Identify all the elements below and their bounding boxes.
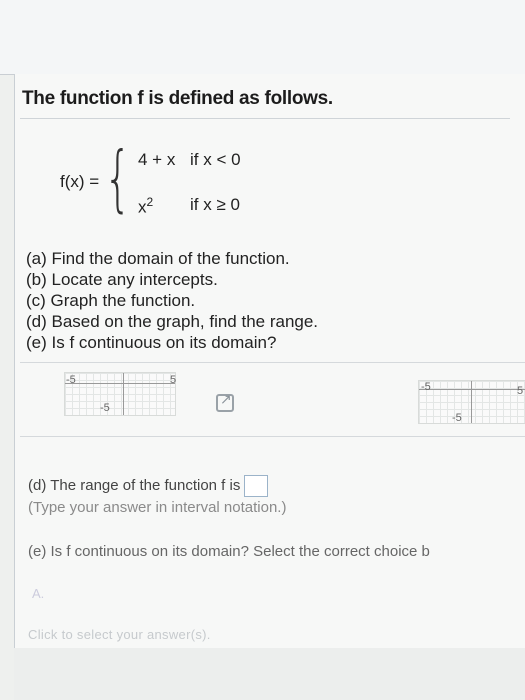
tick-label: 5 bbox=[170, 374, 177, 386]
function-label: f(x) = bbox=[60, 172, 100, 191]
browser-top-bar bbox=[0, 0, 525, 75]
graph-y-axis bbox=[123, 373, 124, 415]
piecewise-brace: { bbox=[104, 136, 132, 220]
question-a: (a) Find the domain of the function. bbox=[26, 249, 290, 268]
tick-label: -5 bbox=[452, 412, 462, 424]
question-list: (a) Find the domain of the function. (b)… bbox=[26, 248, 318, 353]
footer-area bbox=[14, 648, 525, 700]
graph-y-axis bbox=[471, 381, 472, 423]
tick-label: -5 bbox=[421, 381, 431, 393]
problem-title: The function f is defined as follows. bbox=[22, 88, 333, 109]
case1-condition: if x < 0 bbox=[190, 150, 241, 169]
question-c: (c) Graph the function. bbox=[26, 291, 196, 310]
expand-graph-icon[interactable] bbox=[216, 391, 234, 412]
section-divider bbox=[20, 362, 525, 363]
tick-label: 5 bbox=[517, 385, 524, 397]
graph-option-right[interactable] bbox=[418, 380, 525, 424]
tick-label: -5 bbox=[100, 402, 110, 414]
part-e-prompt: (e) Is f continuous on its domain? Selec… bbox=[28, 543, 430, 560]
graph-x-axis bbox=[65, 383, 175, 384]
graph-x-axis bbox=[419, 389, 525, 390]
range-answer-input[interactable] bbox=[244, 475, 269, 497]
part-d-text: (d) The range of the function f is bbox=[28, 476, 241, 494]
case2-condition: if x ≥ 0 bbox=[190, 195, 240, 214]
case2-expression: x2 bbox=[138, 195, 154, 217]
section-divider bbox=[20, 436, 525, 437]
case1-expression: 4 + x bbox=[138, 150, 176, 169]
question-b: (b) Locate any intercepts. bbox=[26, 270, 218, 289]
tick-label: -5 bbox=[66, 374, 76, 386]
question-d: (d) Based on the graph, find the range. bbox=[26, 312, 319, 331]
graph-option-left[interactable] bbox=[64, 372, 176, 416]
part-d-hint: (Type your answer in interval notation.) bbox=[28, 499, 287, 516]
title-divider bbox=[20, 118, 510, 119]
choice-a-label[interactable]: A. bbox=[32, 586, 44, 601]
footer-hint: Click to select your answer(s). bbox=[28, 627, 211, 642]
part-d-prompt: (d) The range of the function f is bbox=[28, 475, 269, 497]
question-e: (e) Is f continuous on its domain? bbox=[26, 333, 277, 352]
